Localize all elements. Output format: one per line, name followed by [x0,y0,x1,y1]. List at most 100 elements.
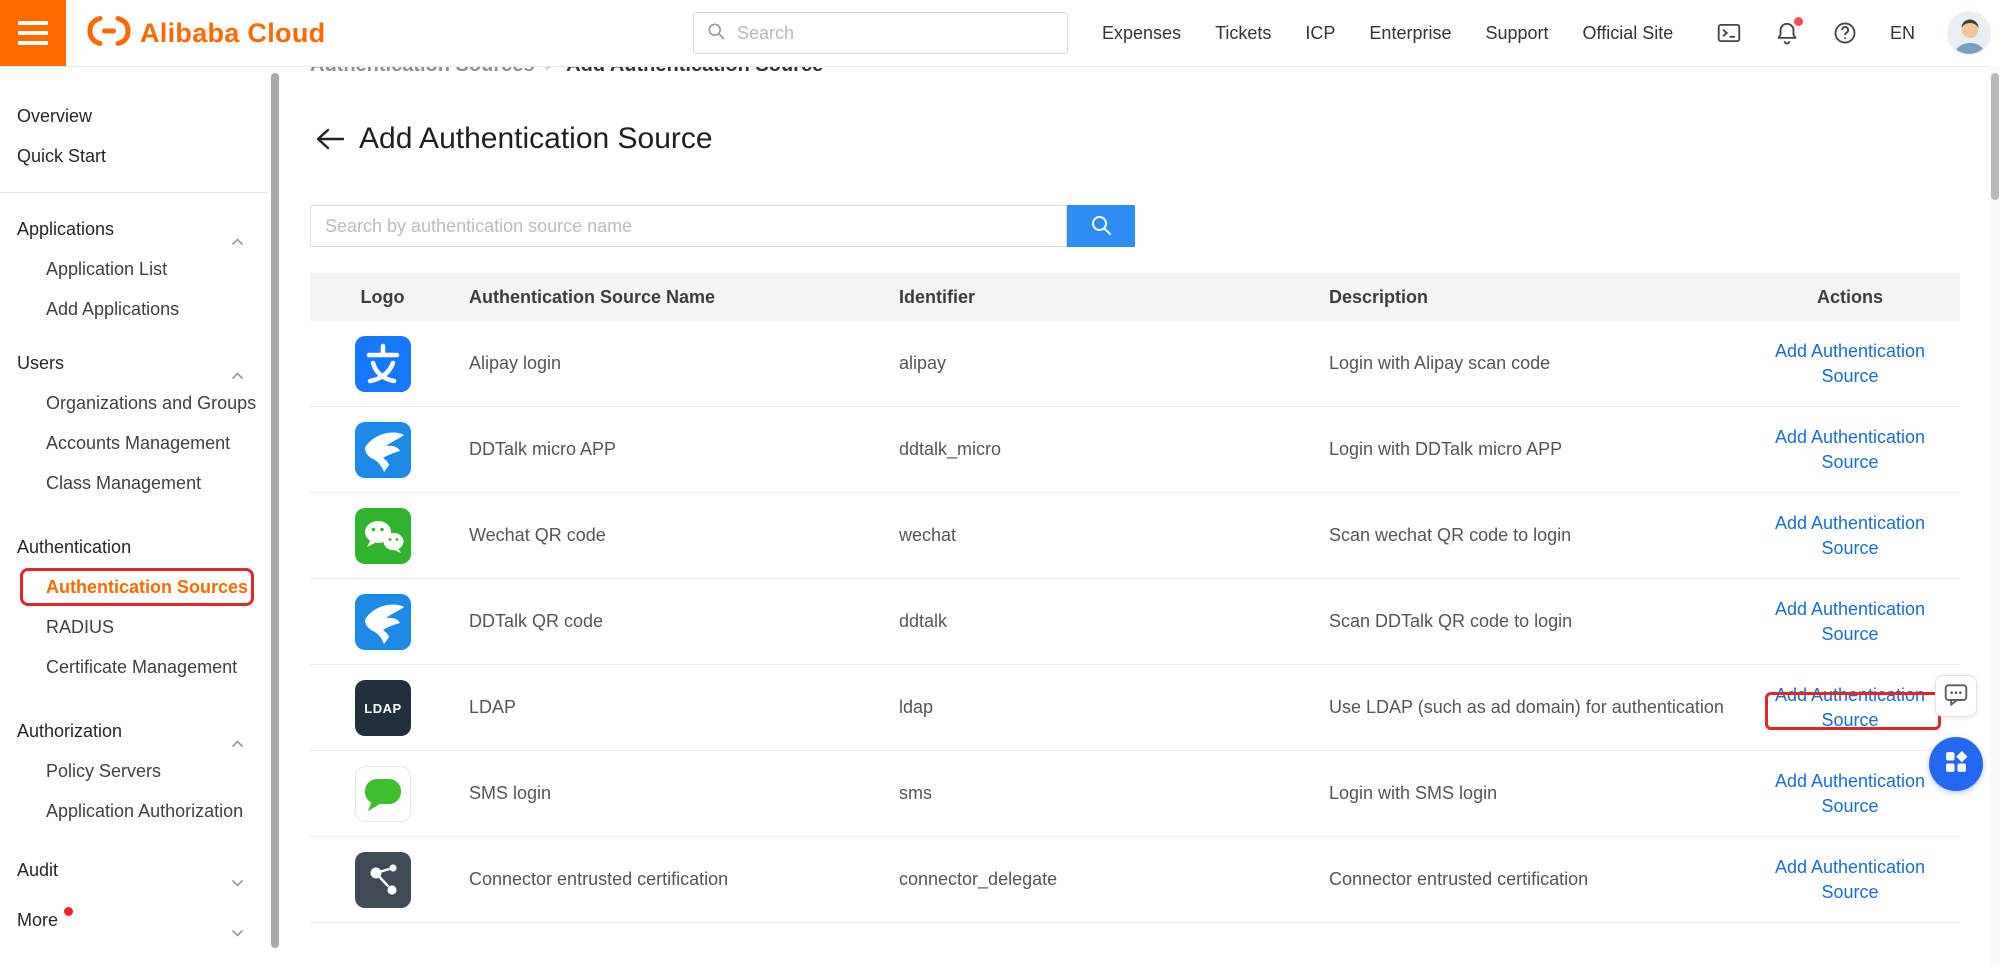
app-grid-icon [1942,748,1970,781]
sidebar-item-authentication-sources[interactable]: Authentication Sources [0,567,268,607]
chevron-up-icon[interactable] [231,740,244,748]
search-button[interactable] [1067,205,1135,247]
notification-dot [64,907,73,916]
feedback-button[interactable] [1935,675,1977,717]
topbar-search-input[interactable] [735,22,1055,45]
topnav-support[interactable]: Support [1485,23,1548,44]
sidebar-item-label: Policy Servers [46,761,161,782]
sidebar-item-applications[interactable]: Applications [0,209,268,249]
table-row: LDAPLDAPldapUse LDAP (such as ad domain)… [310,665,1960,751]
sidebar-item-label: Authentication [17,537,131,558]
table-row: Wechat QR codewechatScan wechat QR code … [310,493,1960,579]
sidebar-item-authorization[interactable]: Authorization [0,711,268,751]
source-search-input[interactable] [310,205,1067,247]
topbar: Alibaba Cloud Expenses Tickets ICP Enterpri… [0,0,2000,66]
sidebar-item-quick-start[interactable]: Quick Start [0,136,268,176]
topnav-official-site[interactable]: Official Site [1583,23,1674,44]
sidebar-item-users[interactable]: Users [0,343,268,383]
sidebar-item-label: Overview [17,106,92,127]
sidebar-item-application-list[interactable]: Application List [0,249,268,289]
cell-identifier: sms [885,783,1315,804]
column-header-logo: Logo [310,287,455,308]
cell-description: Login with DDTalk micro APP [1315,439,1740,460]
dingtalk-logo [355,594,411,650]
table-row: Alipay loginalipayLogin with Alipay scan… [310,321,1960,407]
sidebar-item-radius[interactable]: RADIUS [0,607,268,647]
cell-identifier: ddtalk_micro [885,439,1315,460]
hamburger-menu-icon[interactable] [0,0,66,66]
chevron-up-icon[interactable] [231,372,244,380]
sidebar-item-application-authorization[interactable]: Application Authorization [0,791,268,831]
add-authentication-source-link[interactable]: Add Authentication Source [1764,339,1936,389]
topnav-enterprise[interactable]: Enterprise [1369,23,1451,44]
sms-logo [355,766,411,822]
sidebar-item-accounts-management[interactable]: Accounts Management [0,423,268,463]
topnav-tickets[interactable]: Tickets [1215,23,1271,44]
sidebar-item-label: More [17,910,58,931]
svg-text:LDAP: LDAP [364,701,401,716]
cell-identifier: alipay [885,353,1315,374]
add-authentication-source-link[interactable]: Add Authentication Source [1764,425,1936,475]
sidebar: Overview Quick Start Applications Applicati… [0,66,268,965]
topbar-nav: Expenses Tickets ICP Enterprise Support Offic… [1102,0,1673,66]
page-scrollbar-thumb[interactable] [1991,73,1999,200]
back-arrow-icon[interactable] [316,128,344,150]
sidebar-item-label: Accounts Management [46,433,230,454]
add-authentication-source-link[interactable]: Add Authentication Source [1764,597,1936,647]
cell-identifier: ddtalk [885,611,1315,632]
cell-description: Use LDAP (such as ad domain) for authent… [1315,697,1740,718]
column-header-description: Description [1315,287,1740,308]
chevron-down-icon[interactable] [231,879,244,887]
sidebar-item-overview[interactable]: Overview [0,96,268,136]
language-switch[interactable]: EN [1890,23,1915,44]
topbar-icons: EN [1716,0,1991,66]
sidebar-item-label: Authentication Sources [46,577,248,598]
sidebar-item-policy-servers[interactable]: Policy Servers [0,751,268,791]
add-authentication-source-link[interactable]: Add Authentication Source [1764,769,1936,819]
breadcrumb-parent[interactable]: Authentication Sources [310,66,534,76]
chevron-down-icon[interactable] [231,929,244,937]
bell-icon[interactable] [1774,20,1800,46]
sidebar-item-label: Users [17,353,64,374]
topnav-icp[interactable]: ICP [1305,23,1335,44]
sidebar-scrollbar-thumb[interactable] [271,73,279,948]
console-icon[interactable] [1716,20,1742,46]
sidebar-item-audit[interactable]: Audit [0,850,268,890]
sidebar-divider [0,192,268,193]
sidebar-item-label: RADIUS [46,617,114,638]
cell-description: Scan wechat QR code to login [1315,525,1740,546]
avatar[interactable] [1947,11,1991,55]
apps-launcher-button[interactable] [1929,737,1983,791]
brand[interactable]: Alibaba Cloud [86,15,325,52]
sidebar-item-label: Application List [46,259,167,280]
sidebar-item-more[interactable]: More [0,900,268,940]
topnav-expenses[interactable]: Expenses [1102,23,1181,44]
cell-identifier: ldap [885,697,1315,718]
sidebar-scrollbar [268,66,282,965]
cell-identifier: wechat [885,525,1315,546]
notification-dot [1794,17,1803,26]
sidebar-item-class-management[interactable]: Class Management [0,463,268,503]
cell-name: SMS login [455,783,885,804]
add-authentication-source-link[interactable]: Add Authentication Source [1764,511,1936,561]
cell-name: DDTalk QR code [455,611,885,632]
sidebar-item-certificate-management[interactable]: Certificate Management [0,647,268,687]
topbar-search[interactable] [693,12,1068,54]
cell-description: Login with SMS login [1315,783,1740,804]
sidebar-item-label: Add Applications [46,299,179,320]
chevron-up-icon[interactable] [231,238,244,246]
help-icon[interactable] [1832,20,1858,46]
sidebar-item-add-applications[interactable]: Add Applications [0,289,268,329]
add-authentication-source-link[interactable]: Add Authentication Source [1764,855,1936,905]
sidebar-item-organizations-and-groups[interactable]: Organizations and Groups [0,383,268,423]
sidebar-item-authentication[interactable]: Authentication [0,527,268,567]
table-row: SMS loginsmsLogin with SMS login Add Auth… [310,751,1960,837]
page-title: Add Authentication Source [359,122,713,156]
breadcrumb-current: Add Authentication Source [566,66,823,76]
add-authentication-source-link[interactable]: Add Authentication Source [1764,683,1936,733]
search-icon [1089,213,1113,240]
alipay-logo [355,336,411,392]
sidebar-item-label: Certificate Management [46,657,237,678]
table-row: DDTalk micro APPddtalk_microLogin with D… [310,407,1960,493]
sidebar-item-label: Audit [17,860,58,881]
